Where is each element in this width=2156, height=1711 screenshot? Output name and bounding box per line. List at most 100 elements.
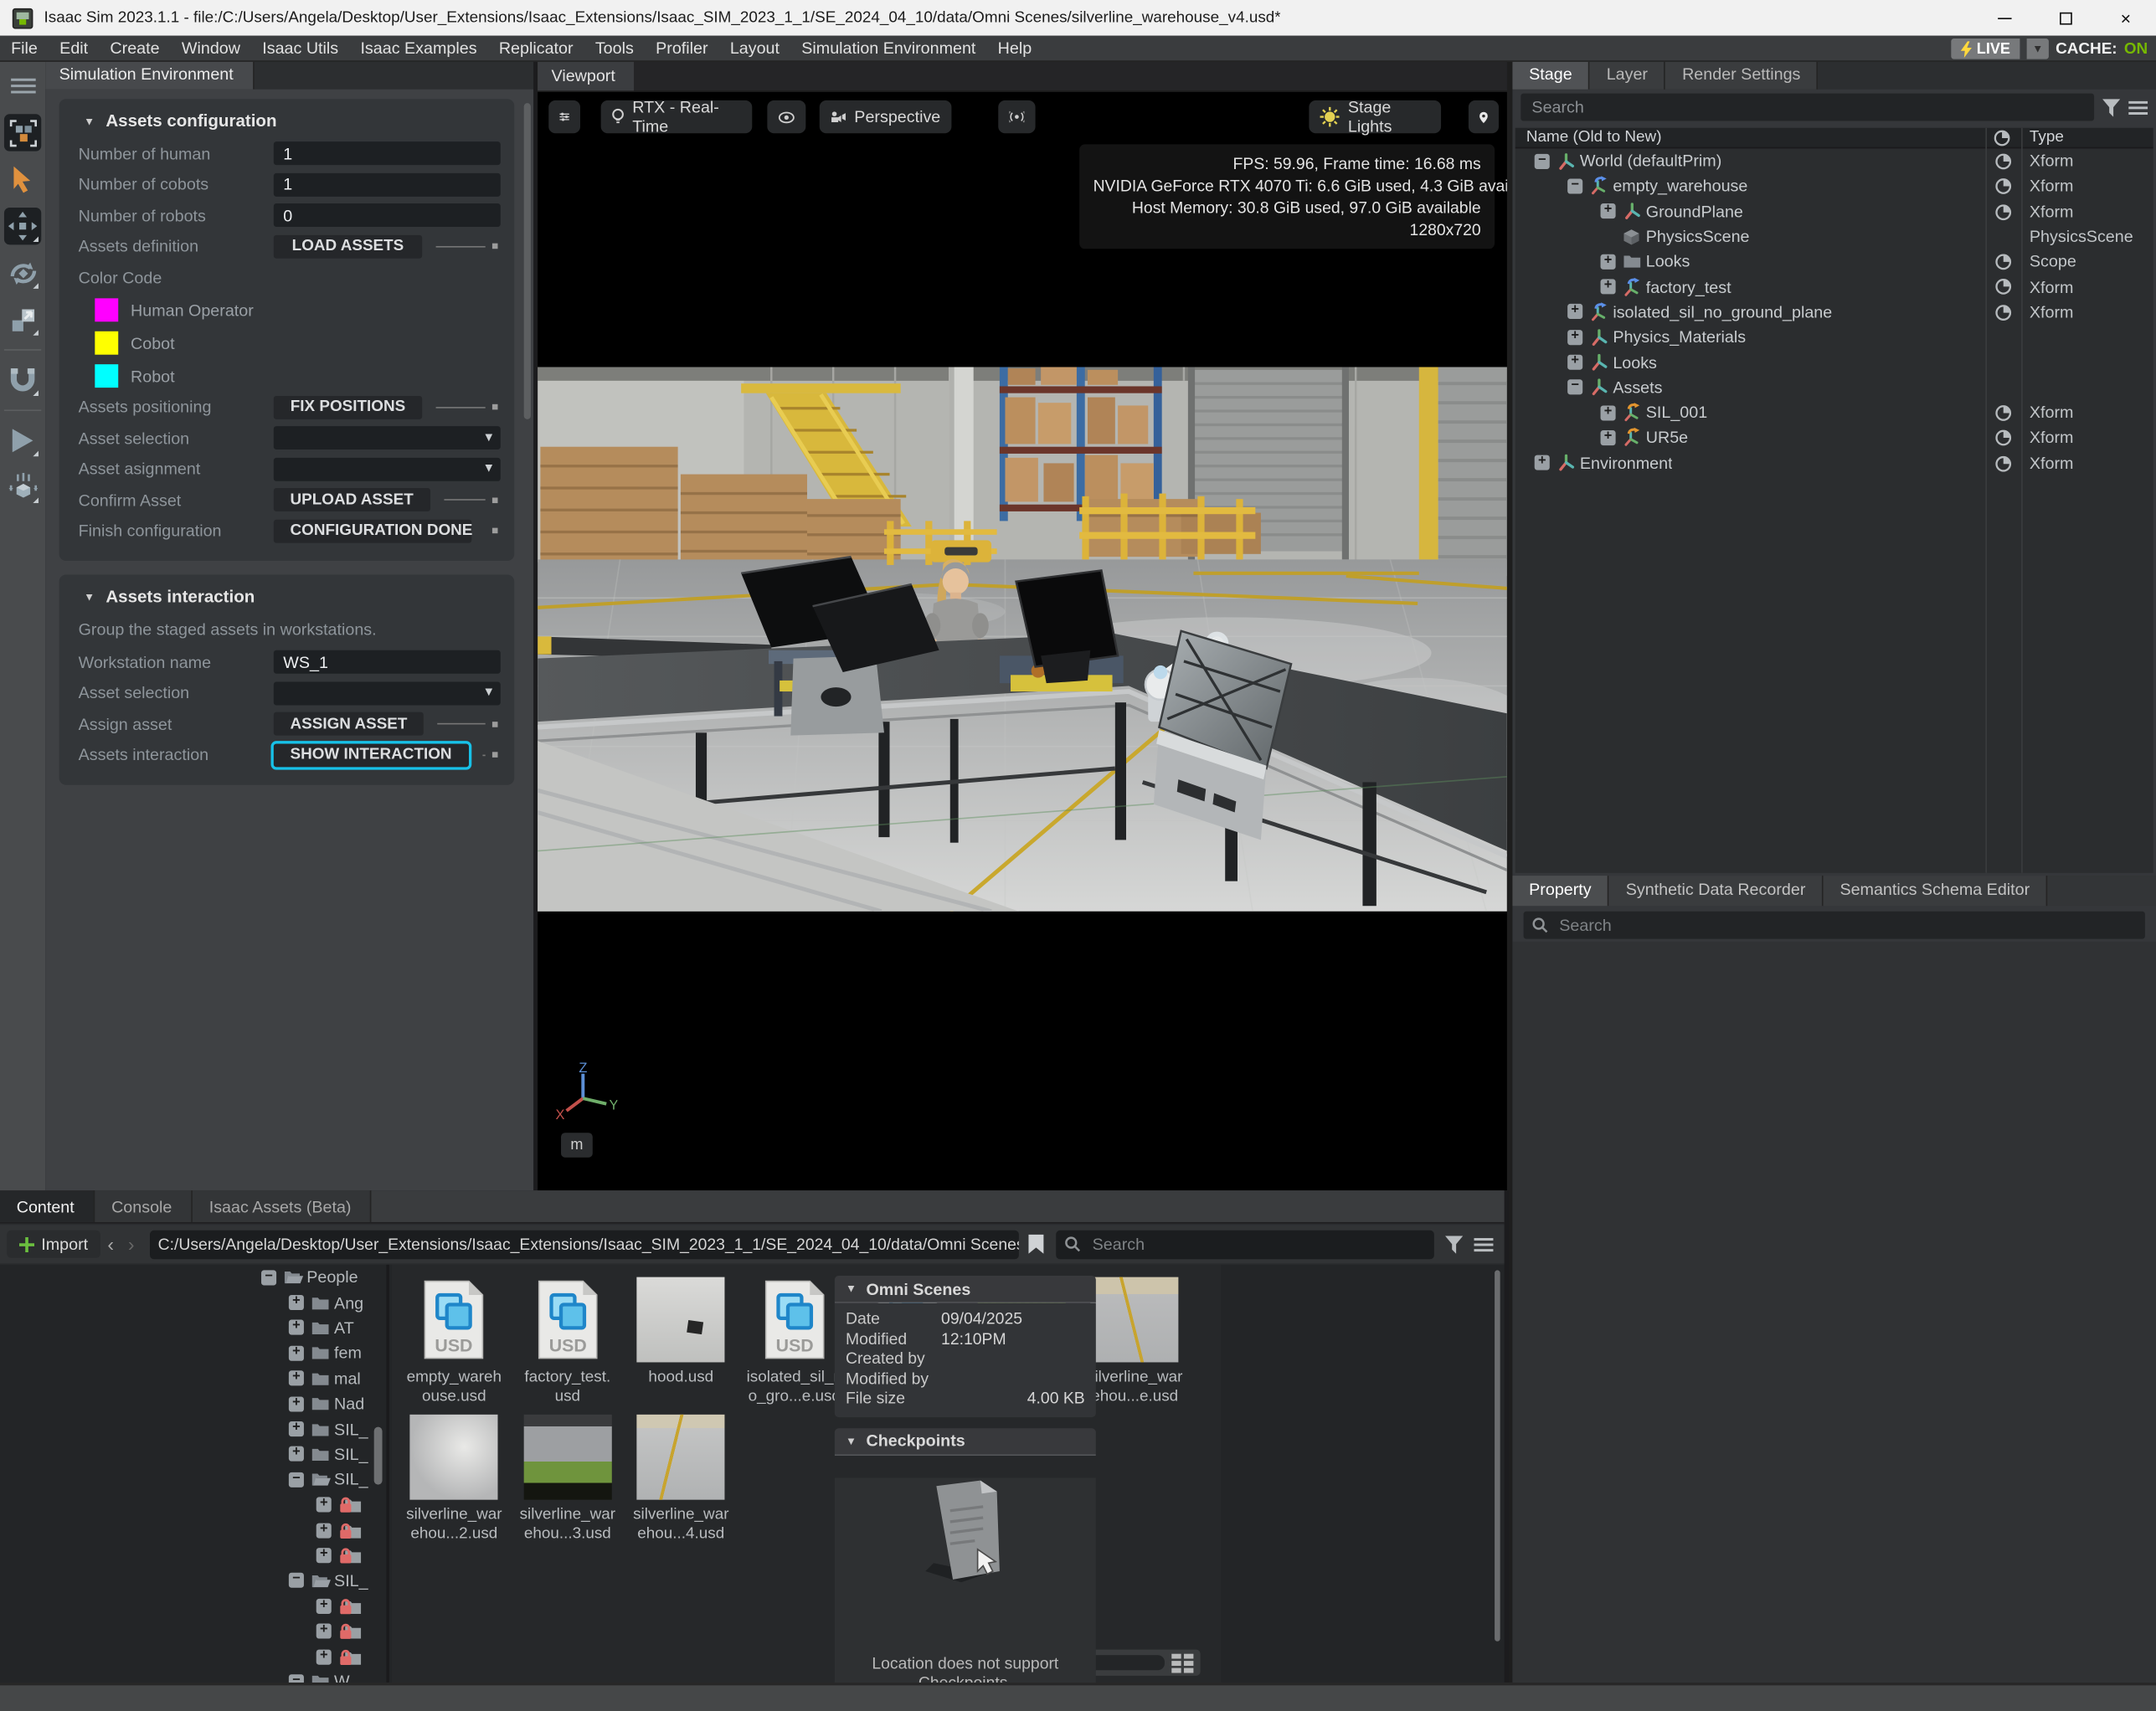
viewport-canvas[interactable]: RTX - Real-Time Perspective Stage L: [538, 92, 1507, 1190]
file-name[interactable]: empty_wareh ouse.usd: [407, 1368, 502, 1406]
select-prims-icon[interactable]: [4, 114, 41, 151]
renderer-selector-button[interactable]: RTX - Real-Time: [601, 100, 753, 133]
menu-item[interactable]: Layout: [719, 39, 790, 58]
folder-name[interactable]: SIL_: [334, 1420, 368, 1439]
bookmark-icon[interactable]: [1029, 1235, 1044, 1254]
expander-toggle[interactable]: +: [1601, 430, 1616, 445]
expander-toggle[interactable]: +: [289, 1371, 304, 1386]
file-name[interactable]: factory_test. usd: [524, 1368, 610, 1406]
prim-name[interactable]: empty_warehouse: [1613, 177, 1747, 196]
tab-render-settings[interactable]: Render Settings: [1665, 62, 1818, 90]
omni-scenes-header[interactable]: ▼ Omni Scenes: [835, 1276, 1096, 1303]
options-list-icon[interactable]: [2128, 100, 2148, 115]
warehouse-3d-scene[interactable]: [538, 367, 1507, 911]
prim-name[interactable]: World (defaultPrim): [1580, 152, 1721, 171]
file-item[interactable]: USD hood.usd: [625, 1276, 738, 1413]
prim-name[interactable]: factory_test: [1646, 277, 1731, 296]
stage-lights-button[interactable]: Stage Lights: [1309, 100, 1441, 133]
visibility-eye-icon[interactable]: [1994, 304, 2013, 321]
expander-toggle[interactable]: +: [289, 1421, 304, 1436]
configuration-done-button[interactable]: CONFIGURATION DONE: [274, 519, 471, 542]
visibility-eye-icon[interactable]: [1994, 279, 2013, 296]
minimize-button[interactable]: [1974, 0, 2035, 36]
stage-tree-row[interactable]: + Environment Xform: [1515, 450, 2153, 475]
expander-toggle[interactable]: +: [316, 1649, 332, 1664]
render-settings-sliders-icon[interactable]: [548, 100, 580, 133]
prim-name[interactable]: SIL_001: [1646, 403, 1707, 422]
stage-tree-row[interactable]: + isolated_sil_no_ground_plane Xform: [1515, 300, 2153, 325]
stage-tree-row[interactable]: + Looks: [1515, 350, 2153, 375]
folder-tree-row[interactable]: +: [0, 1543, 386, 1568]
expander-toggle[interactable]: −: [289, 1472, 304, 1487]
folder-tree-row[interactable]: +: [0, 1619, 386, 1644]
prim-name[interactable]: Assets: [1613, 378, 1662, 397]
folder-name[interactable]: SIL_: [334, 1470, 368, 1489]
prim-name[interactable]: Looks: [1646, 252, 1690, 271]
select-cursor-icon[interactable]: [4, 161, 41, 198]
checkpoints-header[interactable]: ▼ Checkpoints: [835, 1427, 1096, 1455]
stage-search-input[interactable]: [1521, 94, 2094, 121]
folder-name[interactable]: SIL_: [334, 1445, 368, 1464]
column-type[interactable]: Type: [2030, 129, 2064, 146]
tab-console[interactable]: Console: [95, 1190, 193, 1222]
expander-toggle[interactable]: −: [289, 1674, 304, 1683]
folder-name[interactable]: SIL_: [334, 1571, 368, 1590]
axis-gizmo[interactable]: Z X Y: [554, 1061, 618, 1125]
section-header[interactable]: ▼ Assets configuration: [59, 105, 515, 141]
folder-tree-row[interactable]: +: [0, 1593, 386, 1618]
import-button[interactable]: Import: [7, 1231, 100, 1258]
folder-name[interactable]: W: [334, 1672, 350, 1683]
menu-item[interactable]: Help: [987, 39, 1043, 58]
maximize-button[interactable]: [2035, 0, 2095, 36]
menu-item[interactable]: Simulation Environment: [790, 39, 986, 58]
content-search-input[interactable]: [1089, 1233, 1426, 1255]
file-item[interactable]: USD silverline_war ehou...4.usd: [625, 1413, 738, 1550]
scale-icon[interactable]: [4, 301, 41, 338]
stage-tree-row[interactable]: + Physics_Materials: [1515, 325, 2153, 350]
file-name[interactable]: isolated_sil_n o_gro...e.usd: [747, 1368, 842, 1406]
number-of-robots-input[interactable]: [274, 203, 501, 227]
menu-item[interactable]: Window: [171, 39, 251, 58]
stage-tree-row[interactable]: + GroundPlane Xform: [1515, 198, 2153, 224]
folder-tree-row[interactable]: + AT: [0, 1315, 386, 1340]
camera-selector-button[interactable]: Perspective: [820, 100, 952, 133]
column-name[interactable]: Name (Old to New): [1515, 129, 1662, 146]
folder-name[interactable]: People: [306, 1267, 358, 1287]
chevron-expand-icon[interactable]: [960, 100, 981, 133]
prim-name[interactable]: UR5e: [1646, 428, 1688, 447]
tab-synthetic-data-recorder[interactable]: Synthetic Data Recorder: [1609, 876, 1824, 906]
folder-tree-row[interactable]: +: [0, 1644, 386, 1669]
stage-tree-row[interactable]: + Looks Scope: [1515, 249, 2153, 275]
forward-button[interactable]: ›: [121, 1233, 142, 1255]
folder-tree-row[interactable]: − SIL_: [0, 1467, 386, 1492]
file-name[interactable]: silverline_war ehou...e.usd: [1087, 1368, 1182, 1406]
expander-toggle[interactable]: −: [1535, 153, 1550, 168]
physics-drop-icon[interactable]: [4, 469, 41, 506]
folder-tree-row[interactable]: + mal: [0, 1366, 386, 1391]
file-item[interactable]: USD factory_test. usd: [511, 1276, 624, 1413]
expander-toggle[interactable]: −: [261, 1270, 276, 1285]
folder-tree-row[interactable]: +: [0, 1493, 386, 1518]
expander-toggle[interactable]: +: [1567, 355, 1582, 370]
section-header[interactable]: ▼ Assets interaction: [59, 580, 515, 617]
menu-item[interactable]: Profiler: [645, 39, 719, 58]
stage-tree-row[interactable]: − empty_warehouse Xform: [1515, 173, 2153, 198]
asset-assignment-dropdown[interactable]: ▼: [274, 457, 501, 480]
back-button[interactable]: ‹: [100, 1233, 121, 1255]
folder-name[interactable]: AT: [334, 1318, 354, 1338]
location-pin-icon[interactable]: [1469, 100, 1499, 133]
file-item[interactable]: USD empty_wareh ouse.usd: [398, 1276, 511, 1413]
stage-tree-row[interactable]: − Assets: [1515, 375, 2153, 400]
expander-toggle[interactable]: +: [289, 1346, 304, 1361]
expander-toggle[interactable]: +: [1601, 280, 1616, 295]
prim-name[interactable]: GroundPlane: [1646, 202, 1743, 221]
file-name[interactable]: silverline_war ehou...2.usd: [406, 1505, 502, 1544]
tree-scrollbar[interactable]: [374, 1427, 383, 1485]
assign-asset-button[interactable]: ASSIGN ASSET: [274, 712, 424, 736]
folder-name[interactable]: Ang: [334, 1293, 363, 1313]
property-search-input[interactable]: [1557, 914, 2137, 936]
expander-toggle[interactable]: +: [316, 1523, 332, 1538]
close-button[interactable]: ×: [2096, 0, 2156, 36]
menu-item[interactable]: Replicator: [488, 39, 584, 58]
visibility-eye-icon[interactable]: [1994, 455, 2013, 472]
